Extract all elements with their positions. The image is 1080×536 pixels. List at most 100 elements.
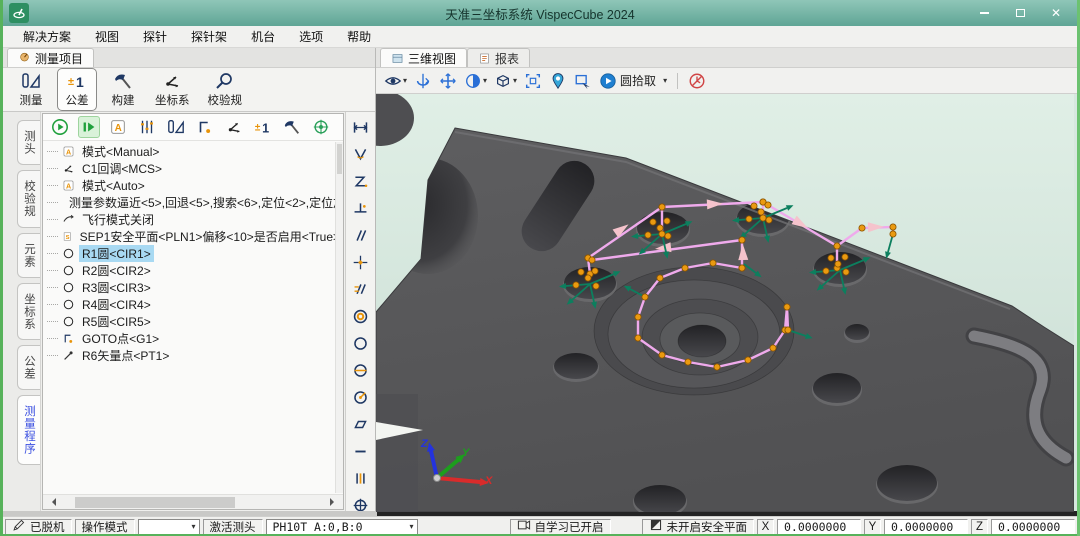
tree-toolbar-probe-icon[interactable]: [310, 116, 332, 138]
operation-mode-select[interactable]: ▾: [138, 519, 200, 535]
menu-item-5[interactable]: 机台: [239, 26, 287, 47]
menu-item-3[interactable]: 探针: [131, 26, 179, 47]
no-safe-plane-icon: [649, 518, 663, 535]
side-tab-元素[interactable]: 元素: [17, 233, 40, 278]
view-tab-三维视图[interactable]: 三维视图: [380, 48, 467, 67]
tree-toolbar: A ±1: [43, 114, 343, 141]
axes-icon: [62, 162, 75, 175]
point-icon: [62, 349, 75, 362]
tree-item[interactable]: A模式<Manual>: [47, 143, 343, 160]
tree-item[interactable]: R5圆<CIR5>: [47, 313, 343, 330]
tree-toolbar-goto-icon[interactable]: [194, 116, 216, 138]
close-button[interactable]: ✕: [1049, 6, 1063, 20]
scroll-left-arrow[interactable]: [48, 498, 56, 506]
tree-item[interactable]: 飞行模式关闭: [47, 211, 343, 228]
tree-item[interactable]: R1圆<CIR1>: [47, 245, 343, 262]
ribbon-button-校验规[interactable]: 校验规: [202, 68, 249, 111]
tree-toolbar-tolerance-icon[interactable]: ±1: [252, 116, 274, 138]
tree-toolbar-params-icon[interactable]: [136, 116, 158, 138]
tolerance-cylindricity-icon[interactable]: [352, 362, 369, 382]
straightness-icon: [352, 443, 369, 460]
measurement-panel: 测量项目 测量±1公差构建坐标系校验规 测头校验规元素坐标系公差测量程序 A±1…: [3, 48, 376, 511]
menu-item-7[interactable]: 帮助: [335, 26, 383, 47]
main-area: 测量项目 测量±1公差构建坐标系校验规 测头校验规元素坐标系公差测量程序 A±1…: [3, 48, 1077, 511]
pencil-icon: [12, 518, 26, 532]
scroll-thumb[interactable]: [75, 497, 235, 508]
shade-icon: [464, 72, 482, 90]
tolerance-angle-v-icon[interactable]: [352, 146, 369, 166]
tolerance-inclination-icon[interactable]: [352, 281, 369, 301]
tree-toolbar-hammer-icon[interactable]: [281, 116, 303, 138]
tree-horizontal-scrollbar[interactable]: [43, 494, 343, 509]
tolerance-icon: ±1: [67, 71, 87, 91]
tree-item[interactable]: C1回调<MCS>: [47, 160, 343, 177]
viewtool-orbit-icon[interactable]: [414, 72, 432, 90]
viewtool-pin-icon[interactable]: [549, 72, 567, 90]
viewtool-shade-icon[interactable]: ▾: [464, 72, 487, 90]
tolerance-straightness-icon[interactable]: [352, 443, 369, 463]
side-tab-公差[interactable]: 公差: [17, 345, 40, 390]
tree-item[interactable]: R6矢量点<PT1>: [47, 347, 343, 364]
ribbon-button-公差[interactable]: ±1公差: [57, 68, 97, 111]
tolerance-perpendicularity-icon[interactable]: [352, 200, 369, 220]
tree-item[interactable]: 测量参数逼近<5>,回退<5>,搜索<6>,定位<2>,定位加<2>,测量: [47, 194, 343, 211]
tolerance-flatness-icon[interactable]: [352, 416, 369, 436]
ribbon-button-坐标系[interactable]: 坐标系: [149, 68, 196, 111]
scroll-right-arrow[interactable]: [330, 498, 338, 506]
side-tab-校验规[interactable]: 校验规: [17, 170, 40, 228]
svg-text:Z: Z: [420, 438, 429, 450]
tab-measurement-items[interactable]: 测量项目: [7, 48, 94, 67]
minimize-button[interactable]: [977, 6, 991, 20]
tree-toolbar-calipers-icon[interactable]: [165, 116, 187, 138]
circle-icon: [62, 298, 75, 311]
tolerance-position-cross-icon[interactable]: [352, 254, 369, 274]
viewtool-cube-icon[interactable]: ▾: [494, 72, 517, 90]
tolerance-icon-strip: [345, 112, 375, 511]
menu-item-4[interactable]: 探针架: [179, 26, 239, 47]
tree-toolbar-auto-icon[interactable]: A: [107, 116, 129, 138]
maximize-button[interactable]: [1013, 6, 1027, 20]
tolerance-icon: ±1: [254, 118, 272, 136]
tree-item[interactable]: R4圆<CIR4>: [47, 296, 343, 313]
tolerance-concentricity-icon[interactable]: [352, 308, 369, 328]
viewtool-overlay-icon[interactable]: [574, 72, 592, 90]
tree-toolbar-run-step-icon[interactable]: [78, 116, 100, 138]
viewtool-eye-icon[interactable]: ▾: [384, 72, 407, 90]
tree-vertical-scrollbar[interactable]: [335, 142, 343, 493]
tree-toolbar-axes-icon[interactable]: [223, 116, 245, 138]
tolerance-roundness-icon[interactable]: [352, 335, 369, 355]
side-tab-坐标系[interactable]: 坐标系: [17, 283, 40, 341]
ribbon-button-测量[interactable]: 测量: [11, 68, 51, 111]
tolerance-parallelism-icon[interactable]: [352, 227, 369, 247]
circle-pick-button[interactable]: 圆拾取▾: [599, 72, 667, 90]
side-tab-测量程序[interactable]: 测量程序: [17, 395, 40, 465]
tree-item[interactable]: A模式<Auto>: [47, 177, 343, 194]
tree-toolbar-run-icon[interactable]: [49, 116, 71, 138]
menu-item-1[interactable]: 解决方案: [11, 26, 83, 47]
tree-item[interactable]: SSEP1安全平面<PLN1>偏移<10>是否启用<True>: [47, 228, 343, 245]
view-toolbar: ▾▾▾圆拾取▾: [376, 68, 1077, 94]
menu-item-2[interactable]: 视图: [83, 26, 131, 47]
tree-item[interactable]: GOTO点<G1>: [47, 330, 343, 347]
viewtool-fit-icon[interactable]: [524, 72, 542, 90]
tree-item[interactable]: R3圆<CIR3>: [47, 279, 343, 296]
gauge-icon: [18, 50, 31, 63]
fly-icon: [62, 213, 75, 226]
side-tab-测头[interactable]: 测头: [17, 120, 40, 165]
chevron-down-icon: ▾: [663, 76, 667, 85]
active-probe-select[interactable]: PH10T A:0,B:0▾: [266, 519, 418, 535]
viewtool-move-icon[interactable]: [439, 72, 457, 90]
tolerance-symmetry-icon[interactable]: [352, 470, 369, 490]
tree-item[interactable]: R2圆<CIR2>: [47, 262, 343, 279]
3d-viewport[interactable]: XYZ: [376, 94, 1077, 511]
tolerance-runout-icon[interactable]: [352, 389, 369, 409]
ribbon-button-构建[interactable]: 构建: [103, 68, 143, 111]
tolerance-distance-icon[interactable]: [352, 119, 369, 139]
3d-scene[interactable]: XYZ: [376, 94, 1074, 512]
view3d-icon: [391, 52, 404, 65]
clock-disabled-icon: [688, 72, 706, 90]
timer-disabled-button[interactable]: [688, 72, 706, 90]
menu-item-6[interactable]: 选项: [287, 26, 335, 47]
tolerance-angle-z-icon[interactable]: [352, 173, 369, 193]
view-tab-报表[interactable]: 报表: [467, 48, 530, 67]
